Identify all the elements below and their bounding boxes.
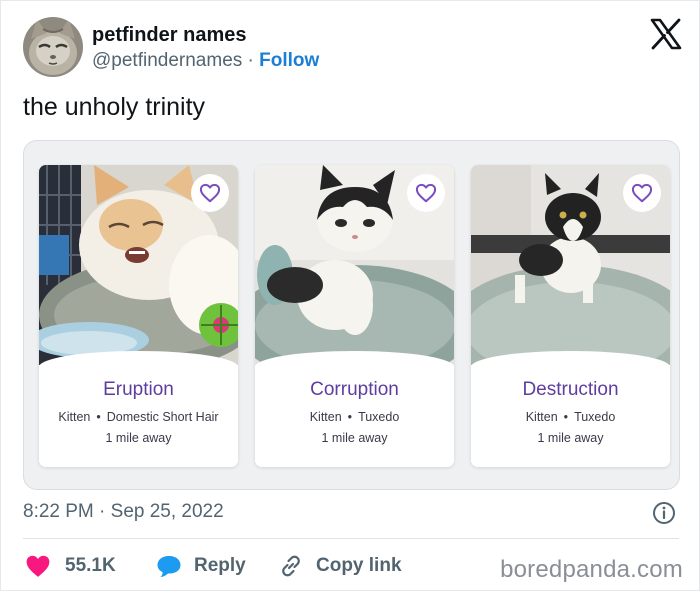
pet-card-details: Eruption Kitten • Domestic Short Hair 1 mi… (39, 351, 238, 467)
follow-button[interactable]: Follow (259, 50, 319, 71)
author-handle-row: @petfindernames · Follow (92, 50, 319, 72)
pet-age: Kitten (525, 410, 558, 424)
heart-outline-icon (199, 183, 221, 203)
cat-avatar-image (23, 17, 83, 77)
meta-dot: • (563, 410, 569, 424)
avatar[interactable] (23, 17, 83, 77)
heart-outline-icon (415, 183, 437, 203)
favorite-button[interactable] (407, 174, 445, 212)
heart-icon (26, 555, 50, 577)
pet-name[interactable]: Eruption (39, 379, 238, 401)
x-logo-icon[interactable] (649, 17, 683, 51)
pet-age: Kitten (58, 410, 91, 424)
favorite-button[interactable] (191, 174, 229, 212)
reply-button[interactable]: Reply (156, 551, 246, 581)
tweet-text: the unholy trinity (23, 93, 206, 121)
tweet-card: petfinder names @petfindernames · Follow… (0, 0, 700, 591)
pet-distance: 1 mile away (105, 431, 172, 445)
watermark: boredpanda.com (500, 556, 683, 583)
pet-breed: Tuxedo (358, 410, 400, 424)
info-icon[interactable] (652, 501, 676, 525)
tweet-media[interactable]: Eruption Kitten • Domestic Short Hair 1 mi… (23, 140, 680, 490)
speech-bubble-icon (157, 556, 181, 577)
meta-dot: • (347, 410, 353, 424)
reply-label: Reply (194, 555, 246, 576)
pet-name[interactable]: Corruption (255, 379, 454, 401)
handle-separator: · (247, 50, 254, 71)
pet-card-eruption[interactable]: Eruption Kitten • Domestic Short Hair 1 mi… (39, 165, 238, 467)
pet-card-details: Corruption Kitten • Tuxedo 1 mile away (255, 351, 454, 467)
link-icon (282, 555, 300, 577)
pet-breed: Tuxedo (574, 410, 616, 424)
tweet-header: petfinder names @petfindernames · Follow (23, 17, 683, 79)
pet-name[interactable]: Destruction (471, 379, 670, 401)
heart-outline-icon (631, 183, 653, 203)
meta-dot: • (96, 410, 101, 424)
author-handle[interactable]: @petfindernames (92, 50, 242, 71)
tweet-timestamp[interactable]: 8:22 PM · Sep 25, 2022 (23, 501, 224, 523)
like-button[interactable]: 55.1K (25, 551, 116, 581)
copy-link-label: Copy link (316, 555, 402, 576)
pet-breed: Domestic Short Hair (106, 410, 219, 424)
pet-distance: 1 mile away (321, 431, 388, 445)
copy-link-button[interactable]: Copy link (279, 551, 402, 581)
pet-age: Kitten (309, 410, 342, 424)
author-display-name[interactable]: petfinder names (92, 24, 246, 47)
pet-meta: Kitten • Tuxedo (471, 410, 670, 424)
pet-meta: Kitten • Domestic Short Hair (39, 410, 238, 424)
pet-distance: 1 mile away (537, 431, 604, 445)
pet-card-details: Destruction Kitten • Tuxedo 1 mile away (471, 351, 670, 467)
pet-meta: Kitten • Tuxedo (255, 410, 454, 424)
divider (23, 538, 679, 539)
favorite-button[interactable] (623, 174, 661, 212)
pet-card-corruption[interactable]: Corruption Kitten • Tuxedo 1 mile away (255, 165, 454, 467)
like-count: 55.1K (65, 555, 116, 576)
pet-card-destruction[interactable]: Destruction Kitten • Tuxedo 1 mile away (471, 165, 670, 467)
